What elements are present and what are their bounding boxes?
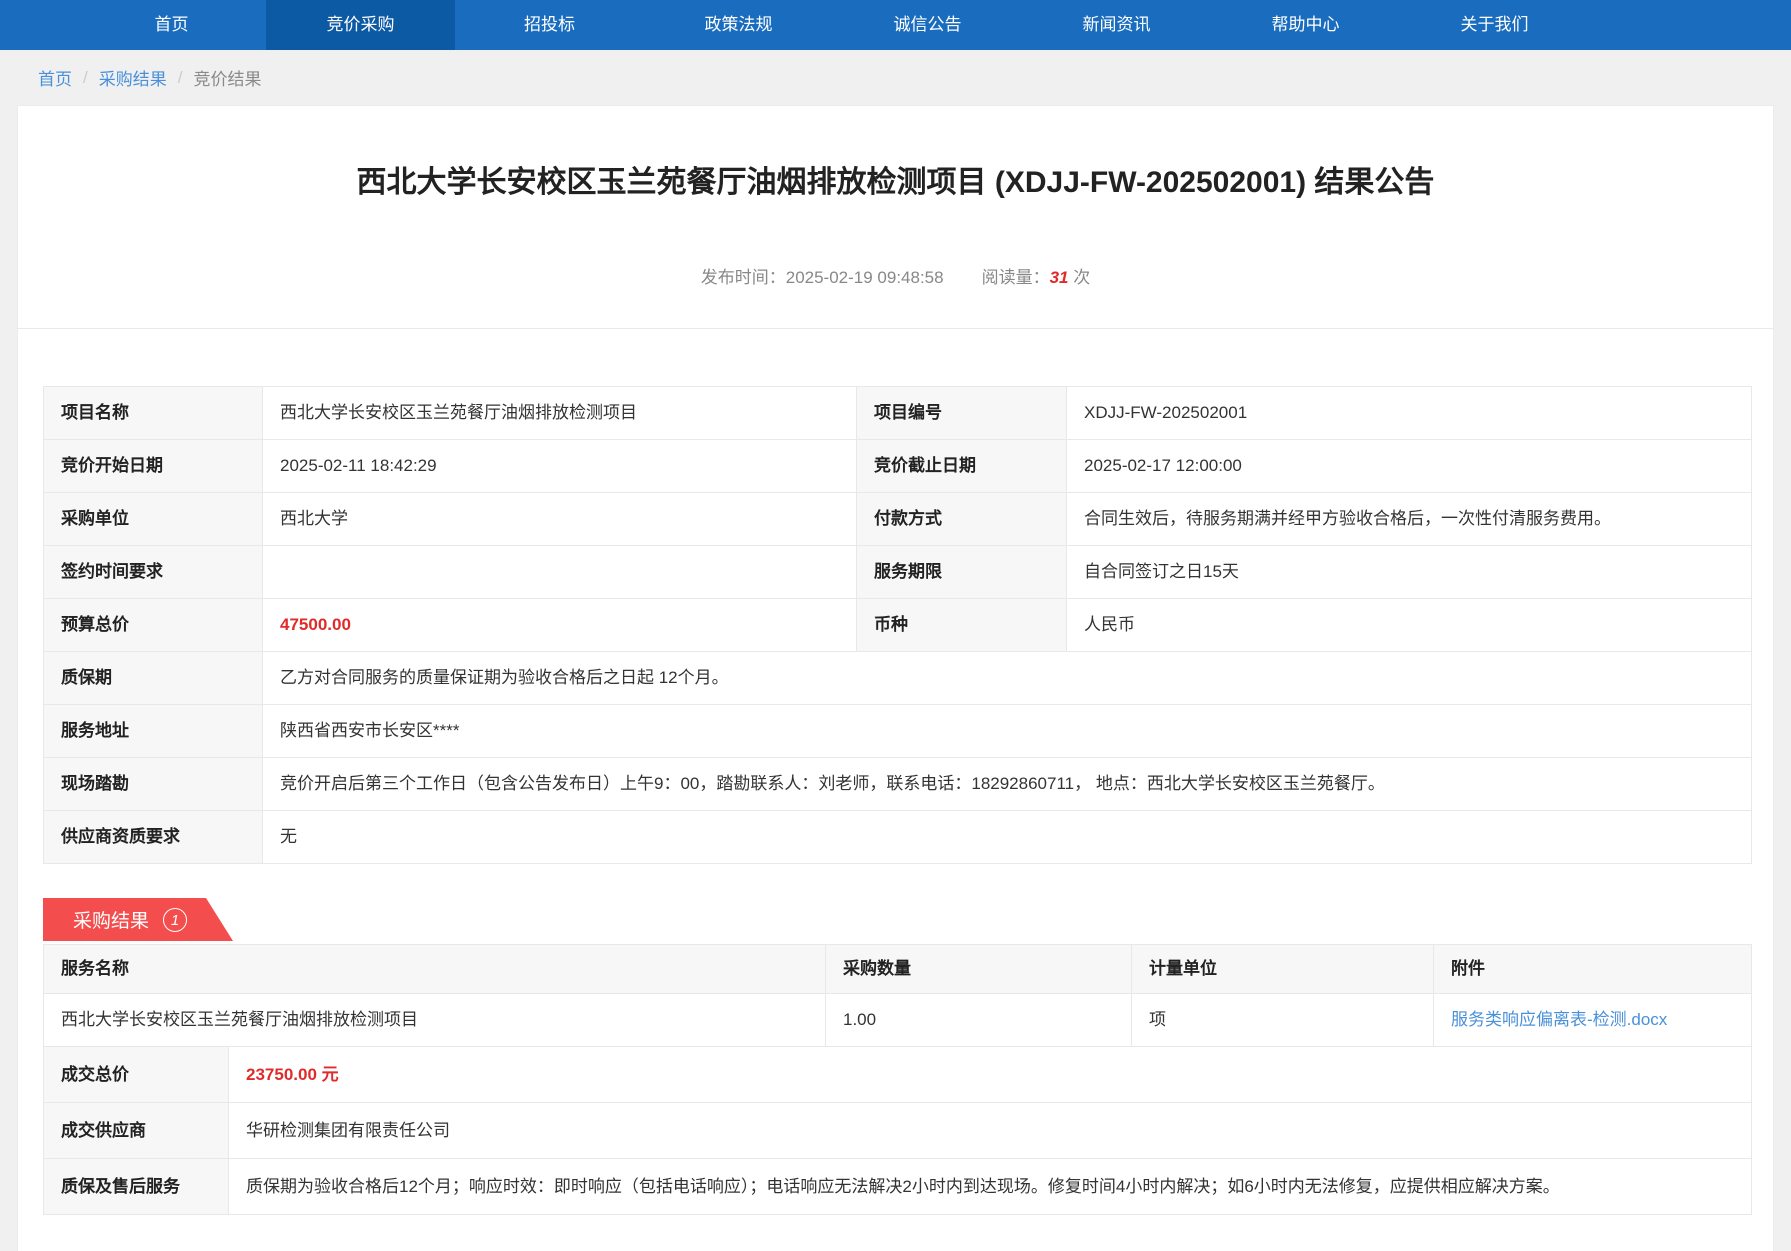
field-value-service-address: 陕西省西安市长安区**** [263, 705, 1752, 758]
table-row: 成交总价 23750.00 元 [44, 1047, 1752, 1103]
result-count-badge: 1 [163, 908, 187, 932]
field-value-project-name: 西北大学长安校区玉兰苑餐厅油烟排放检测项目 [263, 387, 857, 440]
breadcrumb: 首页 / 采购结果 / 竞价结果 [0, 50, 1791, 105]
field-label-budget-total: 预算总价 [44, 599, 263, 652]
table-row: 现场踏勘 竞价开启后第三个工作日（包含公告发布日）上午9：00，踏勘联系人：刘老… [44, 758, 1752, 811]
field-value-site-survey: 竞价开启后第三个工作日（包含公告发布日）上午9：00，踏勘联系人：刘老师，联系电… [263, 758, 1752, 811]
views-unit: 次 [1073, 268, 1090, 287]
field-value-warranty-service: 质保期为验收合格后12个月；响应时效：即时响应（包括电话响应）；电话响应无法解决… [229, 1159, 1752, 1215]
announcement-card: 西北大学长安校区玉兰苑餐厅油烟排放检测项目 (XDJJ-FW-202502001… [17, 105, 1774, 1251]
field-value-bid-start: 2025-02-11 18:42:29 [263, 440, 857, 493]
divider [18, 328, 1773, 329]
field-label-service-period: 服务期限 [857, 546, 1067, 599]
table-row: 签约时间要求 服务期限 自合同签订之日15天 [44, 546, 1752, 599]
result-service-name: 西北大学长安校区玉兰苑餐厅油烟排放检测项目 [44, 994, 826, 1047]
field-label-currency: 币种 [857, 599, 1067, 652]
table-row: 竞价开始日期 2025-02-11 18:42:29 竞价截止日期 2025-0… [44, 440, 1752, 493]
result-quantity: 1.00 [826, 994, 1132, 1047]
publish-info-row: 发布时间：2025-02-19 09:48:58 阅读量：31 次 [18, 263, 1773, 288]
field-label-bid-start: 竞价开始日期 [44, 440, 263, 493]
procurement-result-badge: 采购结果 1 [43, 898, 233, 941]
attachment-link[interactable]: 服务类响应偏离表-检测.docx [1451, 1010, 1667, 1029]
table-row: 质保期 乙方对合同服务的质量保证期为验收合格后之日起 12个月。 [44, 652, 1752, 705]
table-row: 采购单位 西北大学 付款方式 合同生效后，待服务期满并经甲方验收合格后，一次性付… [44, 493, 1752, 546]
field-value-winning-supplier: 华研检测集团有限责任公司 [229, 1103, 1752, 1159]
procurement-result-label: 采购结果 [73, 906, 149, 933]
field-value-purchaser: 西北大学 [263, 493, 857, 546]
nav-item-policies[interactable]: 政策法规 [644, 0, 833, 50]
column-header-attachment: 附件 [1434, 945, 1752, 994]
field-label-deal-total-price: 成交总价 [44, 1047, 229, 1103]
nav-item-integrity-notices[interactable]: 诚信公告 [833, 0, 1022, 50]
field-label-project-number: 项目编号 [857, 387, 1067, 440]
table-row: 西北大学长安校区玉兰苑餐厅油烟排放检测项目 1.00 项 服务类响应偏离表-检测… [44, 994, 1752, 1047]
field-value-deal-total-price: 23750.00 元 [229, 1047, 1752, 1103]
field-value-project-number: XDJJ-FW-202502001 [1067, 387, 1752, 440]
deal-summary-table: 成交总价 23750.00 元 成交供应商 华研检测集团有限责任公司 质保及售后… [43, 1046, 1752, 1215]
views-label: 阅读量： [982, 268, 1050, 287]
procurement-result-table: 服务名称 采购数量 计量单位 附件 西北大学长安校区玉兰苑餐厅油烟排放检测项目 … [43, 944, 1752, 1047]
field-label-site-survey: 现场踏勘 [44, 758, 263, 811]
nav-item-bidding-procurement[interactable]: 竞价采购 [266, 0, 455, 50]
table-row: 供应商资质要求 无 [44, 811, 1752, 864]
table-header-row: 服务名称 采购数量 计量单位 附件 [44, 945, 1752, 994]
field-value-signing-time [263, 546, 857, 599]
publish-time-label: 发布时间： [701, 268, 786, 287]
field-label-project-name: 项目名称 [44, 387, 263, 440]
publish-time-value: 2025-02-19 09:48:58 [786, 268, 944, 287]
field-label-warranty-period: 质保期 [44, 652, 263, 705]
field-label-payment-method: 付款方式 [857, 493, 1067, 546]
nav-item-help-center[interactable]: 帮助中心 [1211, 0, 1400, 50]
nav-item-tenders[interactable]: 招投标 [455, 0, 644, 50]
field-label-purchaser: 采购单位 [44, 493, 263, 546]
nav-item-about-us[interactable]: 关于我们 [1400, 0, 1589, 50]
field-value-service-period: 自合同签订之日15天 [1067, 546, 1752, 599]
table-row: 成交供应商 华研检测集团有限责任公司 [44, 1103, 1752, 1159]
field-label-supplier-qualification: 供应商资质要求 [44, 811, 263, 864]
column-header-service-name: 服务名称 [44, 945, 826, 994]
nav-item-news[interactable]: 新闻资讯 [1022, 0, 1211, 50]
column-header-quantity: 采购数量 [826, 945, 1132, 994]
field-label-warranty-service: 质保及售后服务 [44, 1159, 229, 1215]
top-navigation: 首页 竞价采购 招投标 政策法规 诚信公告 新闻资讯 帮助中心 关于我们 [0, 0, 1791, 50]
page-title: 西北大学长安校区玉兰苑餐厅油烟排放检测项目 (XDJJ-FW-202502001… [18, 106, 1773, 203]
views-count: 31 [1050, 268, 1069, 287]
column-header-unit: 计量单位 [1132, 945, 1434, 994]
breadcrumb-separator: / [83, 68, 88, 88]
field-value-payment-method: 合同生效后，待服务期满并经甲方验收合格后，一次性付清服务费用。 [1067, 493, 1752, 546]
breadcrumb-procurement-results[interactable]: 采购结果 [99, 65, 167, 90]
nav-item-home[interactable]: 首页 [77, 0, 266, 50]
table-row: 服务地址 陕西省西安市长安区**** [44, 705, 1752, 758]
field-label-service-address: 服务地址 [44, 705, 263, 758]
field-value-budget-total: 47500.00 [263, 599, 857, 652]
field-label-signing-time: 签约时间要求 [44, 546, 263, 599]
field-label-bid-end: 竞价截止日期 [857, 440, 1067, 493]
field-value-currency: 人民币 [1067, 599, 1752, 652]
breadcrumb-separator: / [178, 68, 183, 88]
breadcrumb-home[interactable]: 首页 [38, 65, 72, 90]
breadcrumb-current: 竞价结果 [193, 65, 261, 90]
table-row: 质保及售后服务 质保期为验收合格后12个月；响应时效：即时响应（包括电话响应）；… [44, 1159, 1752, 1215]
field-value-warranty-period: 乙方对合同服务的质量保证期为验收合格后之日起 12个月。 [263, 652, 1752, 705]
field-value-supplier-qualification: 无 [263, 811, 1752, 864]
table-row: 预算总价 47500.00 币种 人民币 [44, 599, 1752, 652]
field-label-winning-supplier: 成交供应商 [44, 1103, 229, 1159]
table-row: 项目名称 西北大学长安校区玉兰苑餐厅油烟排放检测项目 项目编号 XDJJ-FW-… [44, 387, 1752, 440]
field-value-bid-end: 2025-02-17 12:00:00 [1067, 440, 1752, 493]
result-unit: 项 [1132, 994, 1434, 1047]
project-info-table: 项目名称 西北大学长安校区玉兰苑餐厅油烟排放检测项目 项目编号 XDJJ-FW-… [43, 386, 1752, 864]
